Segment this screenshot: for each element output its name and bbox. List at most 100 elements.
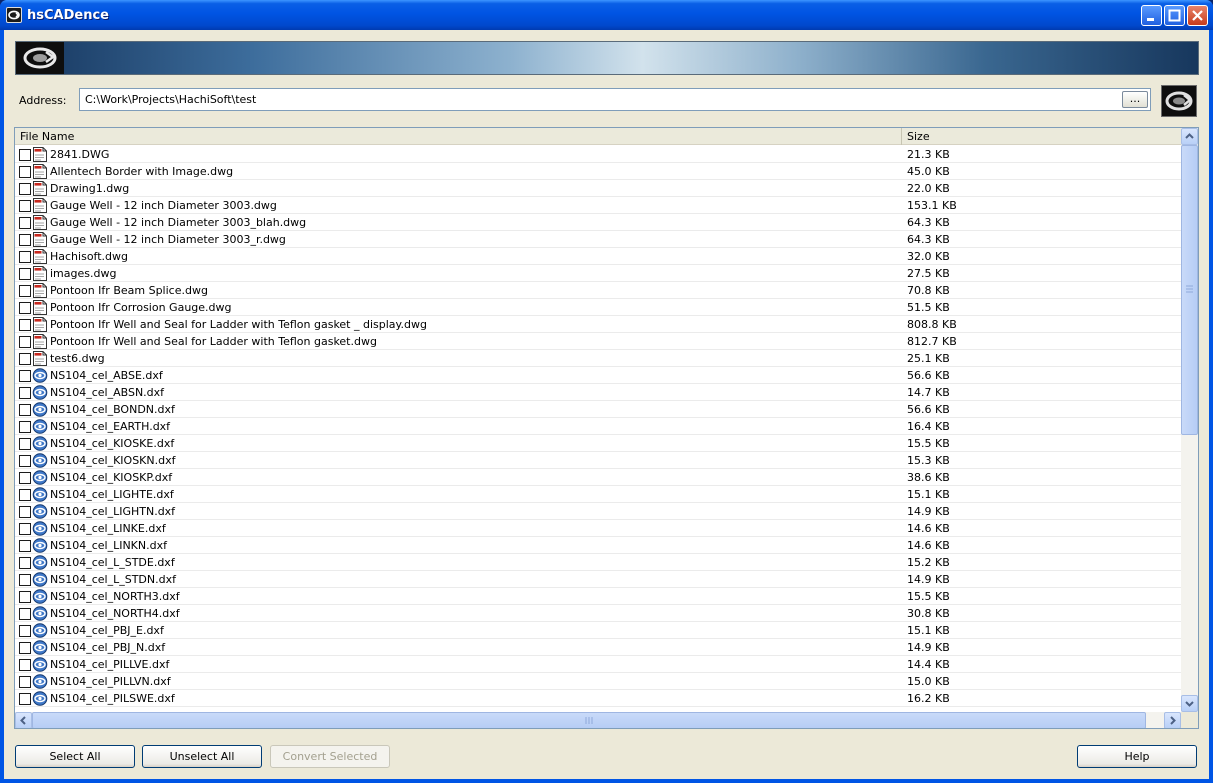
row-checkbox[interactable] bbox=[19, 166, 31, 178]
table-row[interactable]: NS104_cel_BONDN.dxf 56.6 KB bbox=[15, 401, 1181, 418]
table-row[interactable]: NS104_cel_ABSN.dxf 14.7 KB bbox=[15, 384, 1181, 401]
table-row[interactable]: NS104_cel_PBJ_E.dxf 15.1 KB bbox=[15, 622, 1181, 639]
app-logo-icon[interactable] bbox=[6, 7, 22, 23]
vertical-scroll-thumb[interactable] bbox=[1181, 145, 1198, 435]
row-checkbox[interactable] bbox=[19, 149, 31, 161]
table-row[interactable]: NS104_cel_NORTH3.dxf 15.5 KB bbox=[15, 588, 1181, 605]
maximize-button[interactable] bbox=[1164, 5, 1185, 26]
table-row[interactable]: NS104_cel_ABSE.dxf 56.6 KB bbox=[15, 367, 1181, 384]
row-checkbox[interactable] bbox=[19, 625, 31, 637]
row-checkbox[interactable] bbox=[19, 642, 31, 654]
row-checkbox[interactable] bbox=[19, 353, 31, 365]
table-row[interactable]: NS104_cel_KIOSKE.dxf 15.5 KB bbox=[15, 435, 1181, 452]
select-all-button[interactable]: Select All bbox=[15, 745, 135, 768]
file-size: 153.1 KB bbox=[907, 199, 957, 212]
row-checkbox[interactable] bbox=[19, 659, 31, 671]
row-checkbox[interactable] bbox=[19, 404, 31, 416]
table-row[interactable]: NS104_cel_EARTH.dxf 16.4 KB bbox=[15, 418, 1181, 435]
table-row[interactable]: Pontoon Ifr Corrosion Gauge.dwg 51.5 KB bbox=[15, 299, 1181, 316]
table-row[interactable]: Gauge Well - 12 inch Diameter 3003_r.dwg… bbox=[15, 231, 1181, 248]
table-row[interactable]: NS104_cel_PILSWE.dxf 16.2 KB bbox=[15, 690, 1181, 707]
table-row[interactable]: NS104_cel_LIGHTE.dxf 15.1 KB bbox=[15, 486, 1181, 503]
file-size: 45.0 KB bbox=[907, 165, 950, 178]
table-row[interactable]: NS104_cel_PILLVN.dxf 15.0 KB bbox=[15, 673, 1181, 690]
table-row[interactable]: Gauge Well - 12 inch Diameter 3003.dwg 15… bbox=[15, 197, 1181, 214]
table-row[interactable]: Pontoon Ifr Well and Seal for Ladder wit… bbox=[15, 316, 1181, 333]
file-size: 14.9 KB bbox=[907, 573, 950, 586]
row-checkbox[interactable] bbox=[19, 472, 31, 484]
row-checkbox[interactable] bbox=[19, 506, 31, 518]
row-checkbox[interactable] bbox=[19, 336, 31, 348]
file-size: 16.4 KB bbox=[907, 420, 950, 433]
refresh-icon[interactable] bbox=[1161, 85, 1197, 117]
row-checkbox[interactable] bbox=[19, 200, 31, 212]
dxf-file-icon bbox=[32, 521, 48, 536]
convert-selected-button[interactable]: Convert Selected bbox=[270, 745, 390, 768]
dxf-file-icon bbox=[32, 453, 48, 468]
table-row[interactable]: NS104_cel_LINKN.dxf 14.6 KB bbox=[15, 537, 1181, 554]
scroll-left-button[interactable] bbox=[15, 712, 32, 728]
file-name: Gauge Well - 12 inch Diameter 3003_r.dwg bbox=[50, 233, 286, 246]
table-row[interactable]: NS104_cel_PILLVE.dxf 14.4 KB bbox=[15, 656, 1181, 673]
row-checkbox[interactable] bbox=[19, 302, 31, 314]
horizontal-scroll-thumb[interactable] bbox=[32, 712, 1146, 728]
table-row[interactable]: NS104_cel_KIOSKN.dxf 15.3 KB bbox=[15, 452, 1181, 469]
file-name: NS104_cel_LIGHTN.dxf bbox=[50, 505, 176, 518]
column-header-file-name[interactable]: File Name bbox=[15, 128, 902, 145]
row-checkbox[interactable] bbox=[19, 591, 31, 603]
table-row[interactable]: Drawing1.dwg 22.0 KB bbox=[15, 180, 1181, 197]
table-row[interactable]: 2841.DWG 21.3 KB bbox=[15, 146, 1181, 163]
help-button[interactable]: Help bbox=[1077, 745, 1197, 768]
row-checkbox[interactable] bbox=[19, 421, 31, 433]
address-field[interactable]: C:\Work\Projects\HachiSoft\test ... bbox=[79, 88, 1151, 111]
vertical-scrollbar[interactable] bbox=[1181, 128, 1198, 712]
row-checkbox[interactable] bbox=[19, 608, 31, 620]
table-row[interactable]: NS104_cel_L_STDE.dxf 15.2 KB bbox=[15, 554, 1181, 571]
table-row[interactable]: NS104_cel_PBJ_N.dxf 14.9 KB bbox=[15, 639, 1181, 656]
unselect-all-button[interactable]: Unselect All bbox=[142, 745, 262, 768]
table-row[interactable]: images.dwg 27.5 KB bbox=[15, 265, 1181, 282]
row-checkbox[interactable] bbox=[19, 438, 31, 450]
table-row[interactable]: NS104_cel_KIOSKP.dxf 38.6 KB bbox=[15, 469, 1181, 486]
file-name: Gauge Well - 12 inch Diameter 3003_blah.… bbox=[50, 216, 307, 229]
scroll-down-button[interactable] bbox=[1181, 695, 1198, 712]
table-row[interactable]: NS104_cel_LINKE.dxf 14.6 KB bbox=[15, 520, 1181, 537]
table-row[interactable]: NS104_cel_L_STDN.dxf 14.9 KB bbox=[15, 571, 1181, 588]
row-checkbox[interactable] bbox=[19, 574, 31, 586]
table-row[interactable]: Hachisoft.dwg 32.0 KB bbox=[15, 248, 1181, 265]
row-checkbox[interactable] bbox=[19, 183, 31, 195]
row-checkbox[interactable] bbox=[19, 251, 31, 263]
file-name: NS104_cel_NORTH3.dxf bbox=[50, 590, 180, 603]
row-checkbox[interactable] bbox=[19, 676, 31, 688]
table-row[interactable]: Gauge Well - 12 inch Diameter 3003_blah.… bbox=[15, 214, 1181, 231]
scroll-right-button[interactable] bbox=[1164, 712, 1181, 728]
row-checkbox[interactable] bbox=[19, 370, 31, 382]
row-checkbox[interactable] bbox=[19, 319, 31, 331]
minimize-button[interactable] bbox=[1141, 5, 1162, 26]
row-checkbox[interactable] bbox=[19, 387, 31, 399]
row-checkbox[interactable] bbox=[19, 540, 31, 552]
table-row[interactable]: Allentech Border with Image.dwg 45.0 KB bbox=[15, 163, 1181, 180]
row-checkbox[interactable] bbox=[19, 217, 31, 229]
row-checkbox[interactable] bbox=[19, 455, 31, 467]
address-value[interactable]: C:\Work\Projects\HachiSoft\test bbox=[85, 93, 256, 106]
row-checkbox[interactable] bbox=[19, 523, 31, 535]
title-bar[interactable]: hsCADence bbox=[0, 0, 1213, 30]
row-checkbox[interactable] bbox=[19, 268, 31, 280]
table-row[interactable]: Pontoon Ifr Well and Seal for Ladder wit… bbox=[15, 333, 1181, 350]
horizontal-scrollbar[interactable] bbox=[15, 712, 1181, 728]
table-row[interactable]: NS104_cel_NORTH4.dxf 30.8 KB bbox=[15, 605, 1181, 622]
row-checkbox[interactable] bbox=[19, 489, 31, 501]
table-row[interactable]: Pontoon Ifr Beam Splice.dwg 70.8 KB bbox=[15, 282, 1181, 299]
scroll-up-button[interactable] bbox=[1181, 128, 1198, 145]
row-checkbox[interactable] bbox=[19, 234, 31, 246]
close-button[interactable] bbox=[1187, 5, 1208, 26]
column-header-size[interactable]: Size bbox=[902, 128, 1181, 145]
row-checkbox[interactable] bbox=[19, 557, 31, 569]
dxf-file-icon bbox=[32, 623, 48, 638]
table-row[interactable]: test6.dwg 25.1 KB bbox=[15, 350, 1181, 367]
row-checkbox[interactable] bbox=[19, 693, 31, 705]
row-checkbox[interactable] bbox=[19, 285, 31, 297]
browse-button[interactable]: ... bbox=[1122, 91, 1148, 108]
table-row[interactable]: NS104_cel_LIGHTN.dxf 14.9 KB bbox=[15, 503, 1181, 520]
